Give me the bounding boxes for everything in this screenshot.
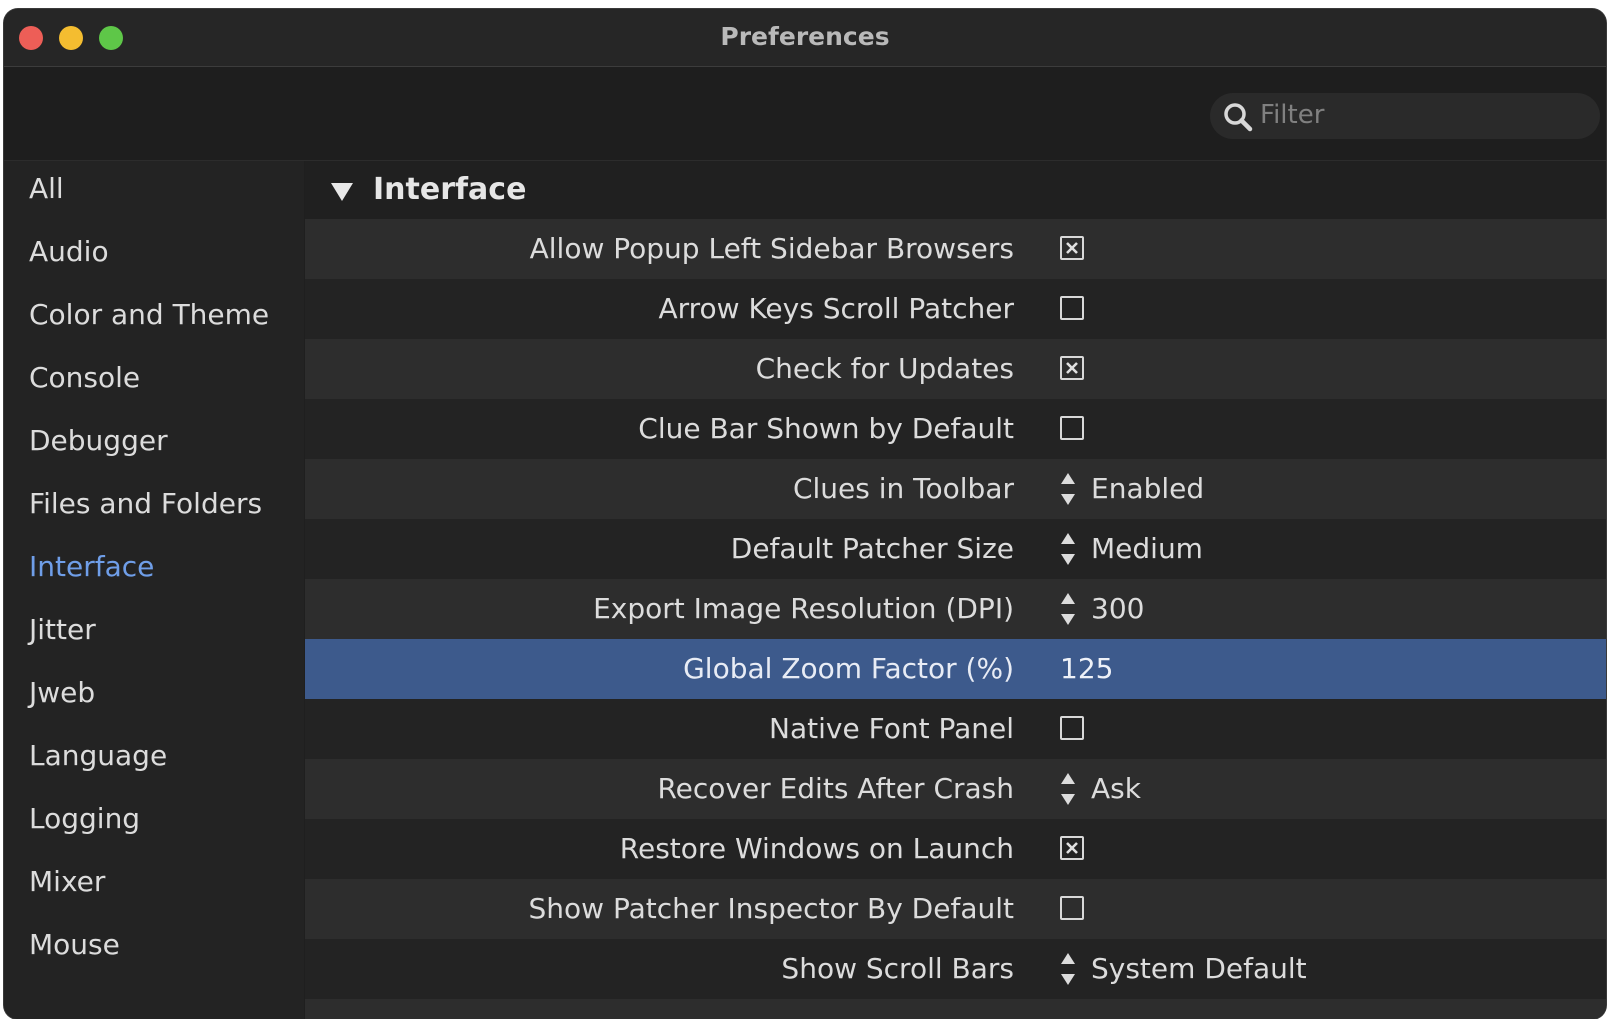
- checkbox-checked[interactable]: [1060, 236, 1084, 260]
- pref-row-check-for-updates[interactable]: Check for Updates: [305, 339, 1606, 399]
- sidebar-item-all[interactable]: All: [29, 164, 64, 214]
- sidebar-item-jitter[interactable]: Jitter: [29, 605, 96, 655]
- stepper-arrows-icon[interactable]: [1059, 469, 1077, 509]
- checkbox-unchecked[interactable]: [1060, 416, 1084, 440]
- pref-row-allow-popup-left-sidebar-browsers[interactable]: Allow Popup Left Sidebar Browsers: [305, 219, 1606, 279]
- pref-value[interactable]: Medium: [1091, 519, 1203, 579]
- pref-label: Native Font Panel: [769, 712, 1014, 745]
- x-mark-icon: [1066, 362, 1078, 374]
- filter-field[interactable]: [1210, 93, 1600, 139]
- pref-label: Show Scroll Bars: [781, 952, 1014, 985]
- pref-row-arrow-keys-scroll-patcher[interactable]: Arrow Keys Scroll Patcher: [305, 279, 1606, 339]
- search-icon: [1224, 103, 1253, 132]
- x-mark-icon: [1066, 242, 1078, 254]
- stepper-arrows-icon[interactable]: [1059, 589, 1077, 629]
- pref-label: Arrow Keys Scroll Patcher: [658, 292, 1014, 325]
- pref-number-value[interactable]: 125: [1060, 639, 1113, 699]
- pref-label: Allow Popup Left Sidebar Browsers: [529, 232, 1014, 265]
- sidebar-item-files-and-folders[interactable]: Files and Folders: [29, 479, 262, 529]
- pref-row-partial[interactable]: [305, 999, 1606, 1019]
- pref-row-show-patcher-inspector-by-default[interactable]: Show Patcher Inspector By Default: [305, 879, 1606, 939]
- pref-label: Export Image Resolution (DPI): [593, 592, 1014, 625]
- pref-row-clue-bar-shown-by-default[interactable]: Clue Bar Shown by Default: [305, 399, 1606, 459]
- pref-label: Clue Bar Shown by Default: [638, 412, 1014, 445]
- pref-label: Default Patcher Size: [730, 532, 1014, 565]
- sidebar-item-jweb[interactable]: Jweb: [29, 668, 95, 718]
- pref-row-export-image-resolution[interactable]: Export Image Resolution (DPI) 300: [305, 579, 1606, 639]
- pref-label: Global Zoom Factor (%): [683, 652, 1014, 685]
- sidebar-item-mixer[interactable]: Mixer: [29, 857, 105, 907]
- pref-value[interactable]: System Default: [1091, 939, 1307, 999]
- sidebar-item-interface[interactable]: Interface: [29, 542, 154, 592]
- category-sidebar: All Audio Color and Theme Console Debugg…: [4, 161, 304, 1019]
- stepper-arrows-icon[interactable]: [1059, 769, 1077, 809]
- toolbar: [4, 67, 1606, 161]
- preferences-window: Preferences All Audio Color and Theme Co…: [4, 9, 1606, 1019]
- pref-row-default-patcher-size[interactable]: Default Patcher Size Medium: [305, 519, 1606, 579]
- pref-row-recover-edits-after-crash[interactable]: Recover Edits After Crash Ask: [305, 759, 1606, 819]
- sidebar-item-audio[interactable]: Audio: [29, 227, 109, 277]
- sidebar-item-color-and-theme[interactable]: Color and Theme: [29, 290, 269, 340]
- pref-row-show-scroll-bars[interactable]: Show Scroll Bars System Default: [305, 939, 1606, 999]
- stepper-arrows-icon[interactable]: [1059, 949, 1077, 989]
- preferences-content: Interface Allow Popup Left Sidebar Brows…: [305, 161, 1606, 1019]
- pref-label: Show Patcher Inspector By Default: [528, 892, 1015, 925]
- sidebar-item-mouse[interactable]: Mouse: [29, 920, 120, 970]
- disclosure-triangle-icon[interactable]: [331, 183, 353, 201]
- checkbox-checked[interactable]: [1060, 356, 1084, 380]
- sidebar-item-console[interactable]: Console: [29, 353, 140, 403]
- section-title: Interface: [373, 172, 527, 207]
- filter-input[interactable]: [1260, 97, 1580, 133]
- pref-value[interactable]: Enabled: [1091, 459, 1204, 519]
- pref-row-restore-windows-on-launch[interactable]: Restore Windows on Launch: [305, 819, 1606, 879]
- pref-row-native-font-panel[interactable]: Native Font Panel: [305, 699, 1606, 759]
- pref-value[interactable]: 300: [1091, 579, 1144, 639]
- checkbox-unchecked[interactable]: [1060, 896, 1084, 920]
- pref-label: Clues in Toolbar: [792, 472, 1014, 505]
- pref-label: Check for Updates: [755, 352, 1014, 385]
- title-bar: Preferences: [4, 9, 1606, 67]
- checkbox-unchecked[interactable]: [1060, 716, 1084, 740]
- sidebar-item-logging[interactable]: Logging: [29, 794, 140, 844]
- window-title: Preferences: [720, 22, 890, 51]
- pref-row-clues-in-toolbar[interactable]: Clues in Toolbar Enabled: [305, 459, 1606, 519]
- stepper-arrows-icon[interactable]: [1059, 529, 1077, 569]
- checkbox-checked[interactable]: [1060, 836, 1084, 860]
- sidebar-item-language[interactable]: Language: [29, 731, 167, 781]
- sidebar-item-debugger[interactable]: Debugger: [29, 416, 168, 466]
- checkbox-unchecked[interactable]: [1060, 296, 1084, 320]
- pref-label: Recover Edits After Crash: [657, 772, 1014, 805]
- section-header[interactable]: Interface: [305, 161, 1606, 219]
- pref-row-global-zoom-factor[interactable]: Global Zoom Factor (%) 125: [305, 639, 1606, 699]
- x-mark-icon: [1066, 842, 1078, 854]
- pref-value[interactable]: Ask: [1091, 759, 1141, 819]
- pref-label: Restore Windows on Launch: [619, 832, 1014, 865]
